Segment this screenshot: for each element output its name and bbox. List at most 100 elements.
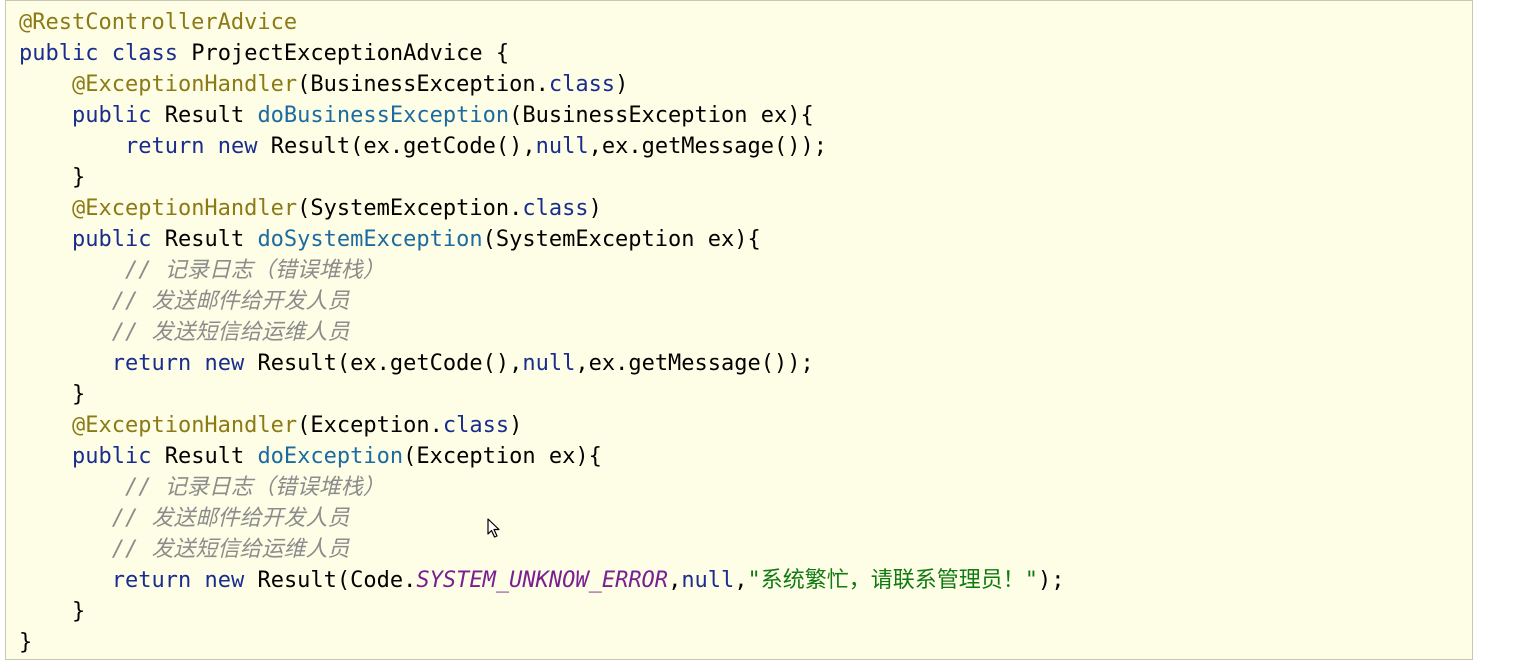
code-token: return (111, 351, 192, 376)
code-token: // 记录日志（错误堆栈） (124, 475, 385, 500)
code-line: } (19, 596, 1065, 627)
code-token: ); (1038, 568, 1065, 593)
code-token: null (681, 568, 735, 593)
code-token: (BusinessException ex){ (509, 103, 814, 128)
code-token: SYSTEM_UNKNOW_ERROR (416, 568, 669, 593)
code-token: (BusinessException. (297, 72, 549, 97)
code-token: } (19, 165, 86, 190)
code-token: Result(Code. (244, 568, 417, 593)
code-line: @ExceptionHandler(SystemException.class) (19, 193, 1065, 224)
code-token: null (522, 351, 576, 376)
code-token: // 发送短信给运维人员 (111, 320, 350, 345)
code-line: } (19, 627, 1065, 658)
code-token: } (19, 382, 86, 407)
code-token: class (111, 41, 178, 66)
code-token: // 记录日志（错误堆栈） (124, 258, 385, 283)
code-token: // 发送短信给运维人员 (111, 537, 350, 562)
code-block: @RestControllerAdvice public class Projec… (19, 7, 1065, 658)
code-line: public class ProjectExceptionAdvice { (19, 38, 1065, 69)
code-token: ,ex.getMessage()); (575, 351, 814, 376)
code-line: // 发送短信给运维人员 (19, 317, 1065, 348)
code-token: ) (615, 72, 629, 97)
code-token: Result(ex.getCode(), (257, 134, 536, 159)
code-line: @ExceptionHandler(BusinessException.clas… (19, 69, 1065, 100)
code-token: new (217, 134, 258, 159)
code-token: class (442, 413, 510, 438)
code-token: (SystemException. (297, 196, 523, 221)
code-token: Result (151, 444, 258, 469)
code-token: } (19, 599, 86, 624)
code-line: @RestControllerAdvice (19, 7, 1065, 38)
code-token: , (668, 568, 682, 593)
code-token: (Exception. (297, 413, 443, 438)
code-token: class (548, 72, 616, 97)
code-token: public (71, 227, 152, 252)
code-token: null (535, 134, 589, 159)
code-token: doBusinessException (257, 103, 510, 128)
code-token: @ExceptionHandler (71, 72, 298, 97)
code-token: return (124, 134, 205, 159)
code-token: } (19, 630, 33, 655)
code-line: return new Result(ex.getCode(),null,ex.g… (19, 131, 1065, 162)
code-token: @ExceptionHandler (71, 413, 298, 438)
code-token: "系统繁忙，请联系管理员！" (747, 568, 1039, 593)
code-token: (Exception ex){ (403, 444, 602, 469)
code-token: Result (151, 103, 258, 128)
code-token: Result (151, 227, 258, 252)
code-token: ,ex.getMessage()); (588, 134, 828, 159)
code-token: public (71, 444, 152, 469)
code-line: // 记录日志（错误堆栈） (19, 472, 1065, 503)
code-token: class (522, 196, 589, 221)
code-line: public Result doBusinessException(Busine… (19, 100, 1065, 131)
code-line: // 发送短信给运维人员 (19, 534, 1065, 565)
code-token: ) (509, 413, 523, 438)
code-token: ProjectExceptionAdvice { (177, 41, 510, 66)
code-token: public (19, 41, 99, 66)
code-token: (SystemException ex){ (482, 227, 761, 252)
code-token: return (111, 568, 192, 593)
code-line: // 发送邮件给开发人员 (19, 503, 1065, 534)
code-token: new (204, 351, 245, 376)
code-token: doSystemException (257, 227, 483, 252)
code-line: return new Result(ex.getCode(),null,ex.g… (19, 348, 1065, 379)
code-line: @ExceptionHandler(Exception.class) (19, 410, 1065, 441)
code-token: Result(ex.getCode(), (244, 351, 523, 376)
mouse-pointer-icon (487, 518, 500, 538)
code-token: public (71, 103, 152, 128)
code-token: ) (588, 196, 602, 221)
code-line: } (19, 379, 1065, 410)
code-line: public Result doException(Exception ex){ (19, 441, 1065, 472)
code-line: return new Result(Code.SYSTEM_UNKNOW_ERR… (19, 565, 1065, 596)
code-line: } (19, 162, 1065, 193)
code-token: , (734, 568, 748, 593)
code-token: new (204, 568, 245, 593)
code-token: @RestControllerAdvice (19, 10, 298, 35)
code-line: // 发送邮件给开发人员 (19, 286, 1065, 317)
code-token: @ExceptionHandler (71, 196, 298, 221)
code-line: // 记录日志（错误堆栈） (19, 255, 1065, 286)
code-token: doException (257, 444, 404, 469)
code-line: public Result doSystemException(SystemEx… (19, 224, 1065, 255)
code-token: // 发送邮件给开发人员 (111, 289, 350, 314)
code-token: // 发送邮件给开发人员 (111, 506, 350, 531)
code-editor[interactable]: @RestControllerAdvice public class Projec… (5, 0, 1473, 660)
